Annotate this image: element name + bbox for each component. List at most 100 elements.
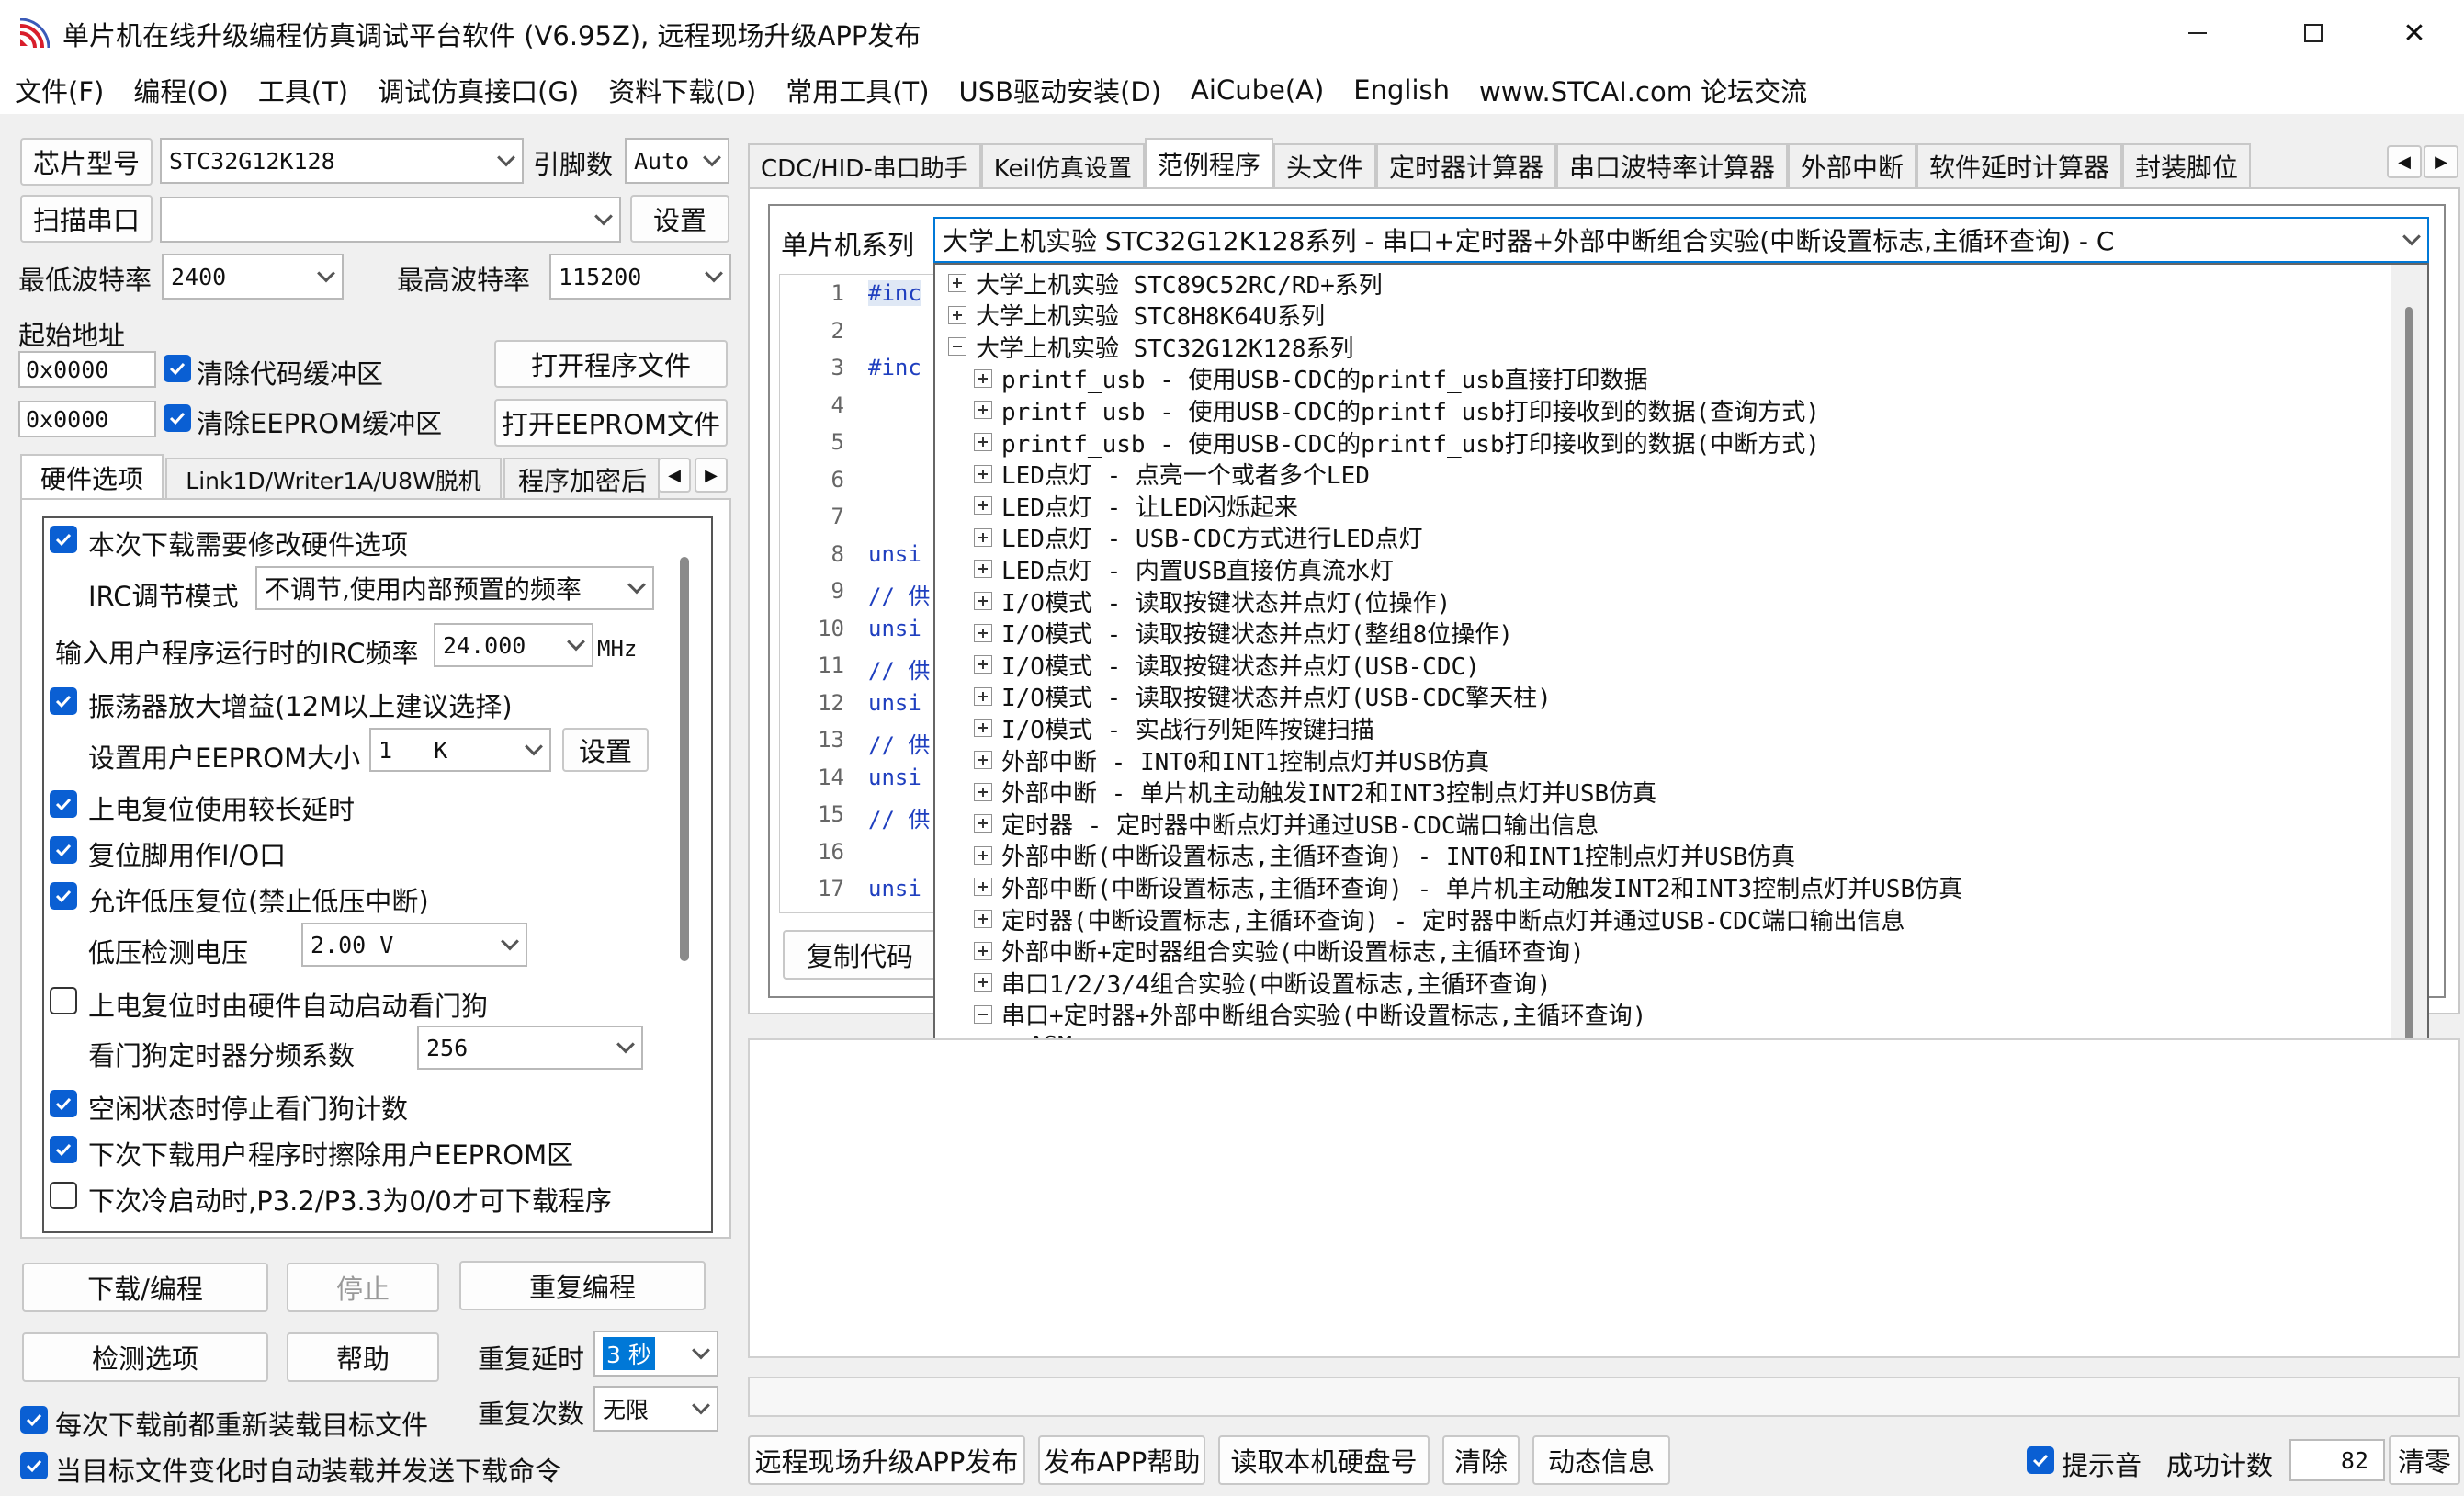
menu-downloads[interactable]: 资料下载(D): [593, 71, 771, 109]
code-editor[interactable]: 1 2 3 4 5 6 7 8 9 10 11 12 13 14 15 16 17 #inc #inc unsi//…: [779, 274, 935, 913]
reload-each-time-checkbox[interactable]: [20, 1406, 48, 1434]
open-eeprom-file-button[interactable]: 打开EEPROM文件: [494, 399, 728, 447]
osc-gain-checkbox[interactable]: [50, 687, 77, 715]
wdt-div-select[interactable]: 256: [417, 1026, 643, 1070]
expand-plus-icon[interactable]: [974, 910, 992, 928]
tree-item[interactable]: printf_usb - 使用USB-CDC的printf_usb打印接收到的数…: [974, 425, 1820, 459]
right-tab-scroll-left-button[interactable]: ◀: [2387, 145, 2422, 178]
tree-item[interactable]: printf_usb - 使用USB-CDC的printf_usb直接打印数据: [974, 362, 1648, 395]
eeprom-size-select[interactable]: 1 K: [369, 728, 551, 772]
menu-file[interactable]: 文件(F): [0, 71, 119, 109]
menu-tools[interactable]: 工具(T): [243, 71, 363, 109]
expand-plus-icon[interactable]: [974, 560, 992, 579]
beep-checkbox[interactable]: [2027, 1446, 2054, 1474]
tree-item[interactable]: 大学上机实验 STC8H8K64U系列: [948, 299, 1325, 332]
clear-eeprom-checkbox[interactable]: [164, 404, 191, 432]
tree-item[interactable]: LED点灯 - 让LED闪烁起来: [974, 489, 1298, 522]
tree-item[interactable]: 外部中断(中断设置标志,主循环查询) - 单片机主动触发INT2和INT3控制点…: [974, 870, 1962, 903]
pin-count-select[interactable]: Auto: [625, 138, 729, 184]
repeat-count-select[interactable]: 无限: [593, 1386, 718, 1432]
expand-plus-icon[interactable]: [974, 751, 992, 769]
chip-type-button[interactable]: 芯片型号: [20, 138, 153, 186]
open-program-file-button[interactable]: 打开程序文件: [494, 340, 728, 388]
idle-stop-wdt-checkbox[interactable]: [50, 1090, 77, 1117]
min-baud-select[interactable]: 2400: [162, 254, 344, 300]
lvr-checkbox[interactable]: [50, 882, 77, 910]
tree-item[interactable]: 串口1/2/3/4组合实验(中断设置标志,主循环查询): [974, 966, 1552, 999]
read-disk-id-button[interactable]: 读取本机硬盘号: [1218, 1435, 1430, 1485]
lvd-select[interactable]: 2.00 V: [301, 923, 527, 967]
tab-delay-calculator[interactable]: 软件延时计算器: [1916, 143, 2123, 187]
tree-item[interactable]: 大学上机实验 STC89C52RC/RD+系列: [948, 266, 1383, 300]
tab-timer-calculator[interactable]: 定时器计算器: [1375, 143, 1556, 187]
maximize-window-button[interactable]: [2260, 0, 2367, 66]
publish-app-help-button[interactable]: 发布APP帮助: [1038, 1435, 1205, 1485]
tab-scroll-right-button[interactable]: ▶: [695, 458, 728, 493]
expand-plus-icon[interactable]: [948, 274, 966, 292]
tree-item[interactable]: LED点灯 - 点亮一个或者多个LED: [974, 458, 1370, 491]
tree-item[interactable]: I/O模式 - 读取按键状态并点灯(USB-CDC擎天柱): [974, 680, 1552, 713]
tree-item[interactable]: LED点灯 - 内置USB直接仿真流水灯: [974, 552, 1394, 585]
expand-plus-icon[interactable]: [974, 878, 992, 897]
mcu-series-select[interactable]: 大学上机实验 STC32G12K128系列 - 串口+定时器+外部中断组合实验(…: [933, 217, 2429, 263]
expand-plus-icon[interactable]: [974, 719, 992, 738]
expand-plus-icon[interactable]: [974, 782, 992, 801]
repeat-program-button[interactable]: 重复编程: [459, 1261, 706, 1310]
dynamic-info-button[interactable]: 动态信息: [1532, 1435, 1670, 1485]
tree-item[interactable]: I/O模式 - 实战行列矩阵按键扫描: [974, 711, 1374, 744]
tab-external-interrupt[interactable]: 外部中断: [1787, 143, 1916, 187]
code-start-address-input[interactable]: 0x0000: [18, 351, 156, 388]
expand-plus-icon[interactable]: [974, 686, 992, 706]
modify-hw-checkbox[interactable]: [50, 526, 77, 553]
menu-debug-interface[interactable]: 调试仿真接口(G): [363, 71, 593, 109]
info-output-area[interactable]: [748, 1038, 2460, 1358]
expand-plus-icon[interactable]: [974, 496, 992, 516]
chip-type-select[interactable]: STC32G12K128: [160, 138, 524, 184]
tree-item[interactable]: LED点灯 - USB-CDC方式进行LED点灯: [974, 521, 1422, 554]
scan-port-button[interactable]: 扫描串口: [20, 195, 153, 243]
expand-plus-icon[interactable]: [974, 814, 992, 833]
max-baud-select[interactable]: 115200: [549, 254, 731, 300]
expand-plus-icon[interactable]: [974, 401, 992, 420]
tree-item[interactable]: 外部中断 - 单片机主动触发INT2和INT3控制点灯并USB仿真: [974, 776, 1656, 809]
reset-io-checkbox[interactable]: [50, 836, 77, 864]
clear-info-button[interactable]: 清除: [1442, 1435, 1520, 1485]
tree-item[interactable]: I/O模式 - 读取按键状态并点灯(整组8位操作): [974, 617, 1513, 650]
repeat-delay-select[interactable]: 3 秒: [593, 1331, 718, 1377]
erase-eeprom-checkbox[interactable]: [50, 1136, 77, 1163]
tree-item[interactable]: 外部中断+定时器组合实验(中断设置标志,主循环查询): [974, 935, 1585, 968]
port-select[interactable]: [160, 197, 621, 243]
right-tab-scroll-right-button[interactable]: ▶: [2424, 145, 2458, 178]
menu-common-tools[interactable]: 常用工具(T): [771, 71, 944, 109]
tree-item[interactable]: 定时器(中断设置标志,主循环查询) - 定时器中断点灯并通过USB-CDC端口输…: [974, 902, 1905, 935]
port-settings-button[interactable]: 设置: [630, 195, 729, 243]
eeprom-size-set-button[interactable]: 设置: [562, 728, 649, 772]
wdt-auto-checkbox[interactable]: [50, 987, 77, 1014]
tree-item[interactable]: printf_usb - 使用USB-CDC的printf_usb打印接收到的数…: [974, 393, 1820, 426]
expand-plus-icon[interactable]: [974, 592, 992, 610]
clear-code-checkbox[interactable]: [164, 355, 191, 382]
help-button[interactable]: 帮助: [287, 1332, 439, 1382]
tab-encryption[interactable]: 程序加密后: [503, 458, 660, 500]
expand-plus-icon[interactable]: [948, 305, 966, 324]
minimize-window-button[interactable]: [2144, 0, 2251, 66]
expand-plus-icon[interactable]: [974, 368, 992, 388]
tree-item[interactable]: I/O模式 - 读取按键状态并点灯(USB-CDC): [974, 648, 1480, 681]
menu-usb-driver[interactable]: USB驱动安装(D): [944, 71, 1177, 109]
copy-code-button[interactable]: 复制代码: [783, 930, 937, 980]
expand-plus-icon[interactable]: [974, 973, 992, 992]
irc-mode-select[interactable]: 不调节,使用内部预置的频率: [255, 566, 654, 610]
tab-offline-writer[interactable]: Link1D/Writer1A/U8W脱机: [165, 458, 502, 500]
cold-boot-checkbox[interactable]: [50, 1182, 77, 1209]
auto-load-checkbox[interactable]: [20, 1452, 48, 1479]
tab-package-pins[interactable]: 封装脚位: [2122, 143, 2252, 187]
expand-plus-icon[interactable]: [974, 433, 992, 451]
tree-item[interactable]: 大学上机实验 STC32G12K128系列: [948, 330, 1354, 363]
irc-freq-select[interactable]: 24.000: [434, 623, 593, 667]
tab-example-programs[interactable]: 范例程序: [1144, 138, 1273, 187]
menu-program[interactable]: 编程(O): [119, 71, 243, 109]
tree-item[interactable]: 串口+定时器+外部中断组合实验(中断设置标志,主循环查询): [974, 998, 1646, 1031]
eeprom-start-address-input[interactable]: 0x0000: [18, 401, 156, 437]
long-reset-checkbox[interactable]: [50, 790, 77, 818]
options-scrollbar-thumb[interactable]: [680, 557, 689, 961]
